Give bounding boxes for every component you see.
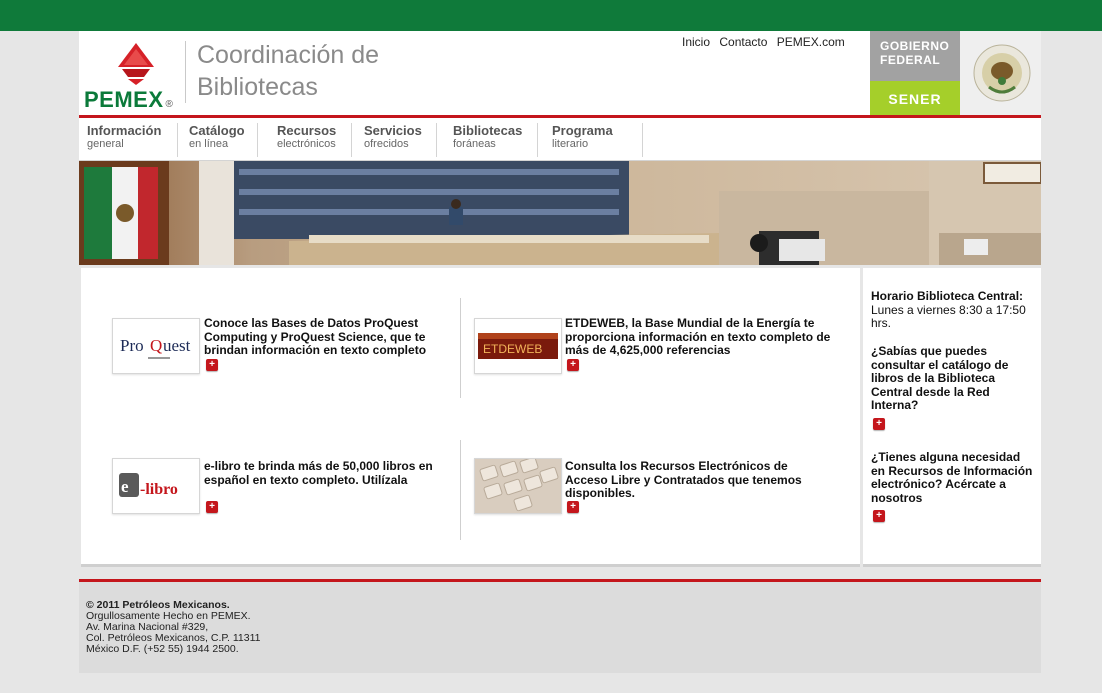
keyboard-icon [475,459,561,513]
horario-title: Horario Biblioteca Central: [871,289,1024,303]
svg-text:uest: uest [163,336,191,355]
etdeweb-logo-icon: ETDEWEB [475,319,561,373]
recursos-more-plus-icon[interactable]: + [567,501,579,513]
nav-bibliotecas-label: Bibliotecas [453,123,523,138]
top-green-bar [0,0,1102,31]
top-links: Inicio Contacto PEMEX.com [682,35,851,49]
pemex-wordmark: PEMEX ® [84,87,174,112]
nav-bibliotecas[interactable]: Bibliotecas foráneas [445,123,538,157]
horario-text: Lunes a viernes 8:30 a 17:50 hrs. [871,302,1026,330]
gobierno-federal-text: Gobierno Federal [880,39,950,67]
nav-informacion-sub: general [87,138,124,150]
recursos-keyboard-link[interactable] [474,458,562,514]
content-divider-top [460,298,461,398]
tip-catalogo-plus-icon[interactable]: + [873,418,885,430]
link-pemex-com[interactable]: PEMEX.com [777,35,845,49]
tip-catalogo: ¿Sabías que puedes consultar el catálogo… [871,344,1009,412]
proquest-logo-link[interactable]: Pro Q uest [112,318,200,374]
nav-programa-sub: literario [552,138,589,150]
content-divider-bottom [460,440,461,540]
pemex-eagle-icon [118,43,154,85]
sener-label: SENER [870,81,960,117]
footer-line: México D.F. (+52 55) 1944 2500. [86,643,239,655]
nav-informacion[interactable]: Información general [79,123,178,157]
proquest-logo-icon: Pro Q uest [113,319,199,373]
gobierno-federal-logo[interactable]: Gobierno Federal SENER [870,31,960,117]
featured-resources: Pro Q uest Conoce las Bases de Datos Pro… [81,268,860,567]
nav-recursos[interactable]: Recursos electrónicos [269,123,352,157]
sidebar: Horario Biblioteca Central: Lunes a vier… [863,268,1041,567]
pemex-logo[interactable]: PEMEX ® [84,39,184,112]
nav-informacion-label: Información [87,123,162,138]
nav-bibliotecas-sub: foráneas [453,138,496,150]
mexico-seal-icon [973,44,1031,102]
gobierno-federal-block: Gobierno Federal SENER [870,31,1041,117]
site-header: PEMEX ® Coordinación de Bibliotecas Inici… [79,31,1041,117]
main-nav: Información general Catálogo en línea Re… [79,115,1041,161]
site-title-line2: Bibliotecas [197,73,318,101]
nav-programa-label: Programa [552,123,613,138]
nav-recursos-label: Recursos [277,123,337,138]
link-contacto[interactable]: Contacto [719,35,767,49]
link-inicio[interactable]: Inicio [682,35,710,49]
horario-block: Horario Biblioteca Central: Lunes a vier… [871,289,1037,331]
nav-catalogo-label: Catálogo [189,123,245,138]
nav-catalogo[interactable]: Catálogo en línea [181,123,258,157]
tip-recursos: ¿Tienes alguna necesidad en Recursos de … [871,450,1033,505]
elibro-logo-icon: e -libro [113,459,199,513]
elibro-logo-link[interactable]: e -libro [112,458,200,514]
header-divider [185,41,186,103]
proquest-description: Conoce las Bases de Datos ProQuest Compu… [204,316,427,357]
svg-text:-libro: -libro [140,481,178,498]
nav-servicios-sub: ofrecidos [364,138,409,150]
nav-servicios-label: Servicios [364,123,422,138]
site-title-line1: Coordinación de [197,41,380,69]
etdeweb-description: ETDEWEB, la Base Mundial de la Energía t… [565,316,831,357]
site-footer: © 2011 Petróleos Mexicanos. Orgullosamen… [79,579,1041,673]
etdeweb-logo-link[interactable]: ETDEWEB [474,318,562,374]
svg-text:Pro: Pro [120,336,144,355]
etdeweb-more-plus-icon[interactable]: + [567,359,579,371]
recursos-description: Consulta los Recursos Electrónicos de Ac… [565,459,802,500]
proquest-more-plus-icon[interactable]: + [206,359,218,371]
nav-servicios[interactable]: Servicios ofrecidos [356,123,437,157]
nav-programa[interactable]: Programa literario [544,123,643,157]
elibro-more-plus-icon[interactable]: + [206,501,218,513]
nav-catalogo-sub: en línea [189,138,229,150]
elibro-description: e-libro te brinda más de 50,000 libros e… [204,459,433,487]
svg-text:Q: Q [150,336,162,355]
svg-text:e: e [121,477,129,496]
footer-text: © 2011 Petróleos Mexicanos. Orgullosamen… [86,600,261,655]
svg-text:ETDEWEB: ETDEWEB [483,342,542,356]
tip-recursos-plus-icon[interactable]: + [873,510,885,522]
nav-recursos-sub: electrónicos [277,138,336,150]
library-banner-image [79,161,1041,265]
